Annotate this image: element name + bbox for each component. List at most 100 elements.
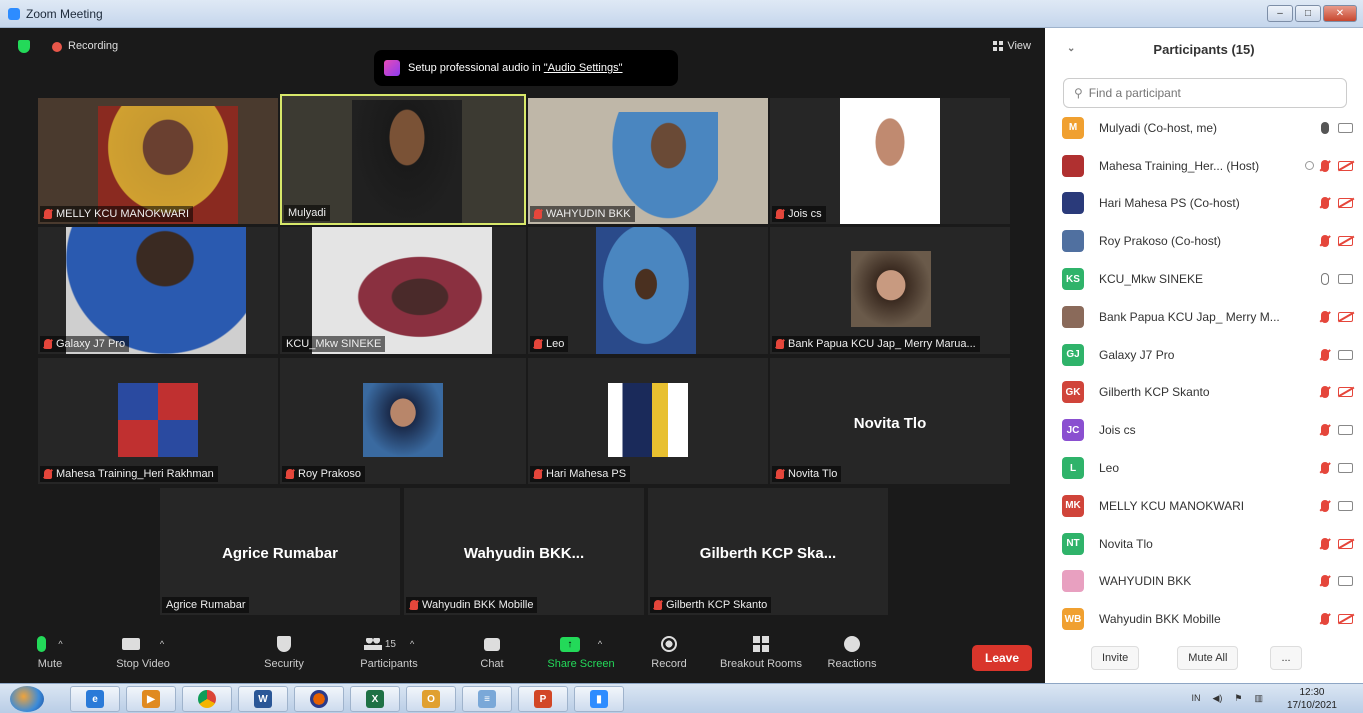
mute-options-chevron-icon[interactable]: ^ [58,639,62,649]
recording-label: Recording [68,40,119,52]
participant-row[interactable]: Mahesa Training_Her... (Host) [1045,147,1363,185]
chevron-down-icon[interactable]: ⌄ [1067,43,1075,54]
participant-row[interactable]: JC Jois cs [1045,411,1363,449]
more-options-button[interactable]: ... [1270,646,1302,670]
meeting-area: Recording View Setup professional audio … [0,28,1045,683]
avatar: L [1062,457,1084,480]
participant-status-icons [1321,575,1353,588]
video-tile[interactable]: Roy Prakoso [280,358,526,484]
participant-search-input[interactable] [1088,86,1329,100]
taskbar-internet-explorer[interactable]: e [70,686,120,712]
network-icon[interactable]: ▥ [1254,693,1263,704]
audio-settings-toast[interactable]: Setup professional audio in "Audio Setti… [374,50,678,86]
video-tile-active-speaker[interactable]: Mulyadi [280,94,526,225]
mic-muted-icon [1321,348,1329,361]
taskbar-outlook[interactable]: O [406,686,456,712]
volume-icon[interactable]: ◀) [1212,693,1222,704]
leave-button[interactable]: Leave [972,645,1032,671]
clock-date: 17/10/2021 [1286,700,1337,711]
participant-row[interactable]: MK MELLY KCU MANOKWARI [1045,487,1363,525]
windows-start-button[interactable] [10,686,44,712]
flag-icon[interactable]: ⚑ [1234,693,1242,704]
mic-muted-icon [1321,537,1329,550]
clock-time: 12:30 [1299,687,1325,698]
video-tile[interactable]: Bank Papua KCU Jap_ Merry Marua... [770,227,1010,354]
stop-video-button[interactable]: ^ Stop Video [108,634,178,670]
participants-button[interactable]: 15 ^ Participants [354,634,424,670]
outlook-icon: O [422,690,440,708]
taskbar-clock[interactable]: 12:30 17/10/2021 [1287,686,1337,712]
participant-row[interactable]: Roy Prakoso (Co-host) [1045,222,1363,260]
video-tile[interactable]: Agrice Rumabar Agrice Rumabar [160,488,400,615]
maximize-button[interactable]: □ [1295,5,1321,22]
participant-row[interactable]: Hari Mahesa PS (Co-host) [1045,185,1363,223]
mute-button[interactable]: ^ Mute [30,634,70,670]
participant-row[interactable]: KS KCU_Mkw SINEKE [1045,260,1363,298]
participant-row[interactable]: Bank Papua KCU Jap_ Merry M... [1045,298,1363,336]
minimize-button[interactable]: – [1267,5,1293,22]
tile-name: Mahesa Training_Heri Rakhman [40,466,218,482]
taskbar-powerpoint[interactable]: P [518,686,568,712]
taskbar-notepad[interactable]: ≡ [462,686,512,712]
participant-status-icons [1305,159,1353,172]
language-indicator[interactable]: IN [1191,693,1200,704]
security-button[interactable]: Security [258,634,310,670]
taskbar-zoom[interactable]: ▮ [574,686,624,712]
mute-all-button[interactable]: Mute All [1177,646,1239,670]
video-tile[interactable]: Gilberth KCP Ska... Gilberth KCP Skanto [648,488,888,615]
participant-search[interactable]: ⚲ [1063,78,1347,108]
participants-panel-header: ⌄ Participants (15) [1045,28,1363,70]
participant-row[interactable]: GK Gilberth KCP Skanto [1045,374,1363,412]
participant-status-icons [1321,386,1353,399]
participants-panel: ⌄ Participants (15) ⚲ MMulyadi (Co-host,… [1045,28,1363,683]
share-options-chevron-icon[interactable]: ^ [598,639,602,649]
view-label: View [1007,40,1031,52]
taskbar-media-player[interactable]: ▶ [126,686,176,712]
video-tile[interactable]: Hari Mahesa PS [528,358,768,484]
meeting-toolbar: ^ Mute ^ Stop Video Security 15 ^ Partici… [0,628,1045,683]
participant-row[interactable]: WAHYUDIN BKK [1045,563,1363,601]
taskbar-chrome[interactable] [182,686,232,712]
chat-button[interactable]: Chat [472,634,512,670]
participant-row[interactable]: NT Novita Tlo [1045,525,1363,563]
avatar: GK [1062,381,1084,404]
participant-row[interactable]: WB Wahyudin BKK Mobille [1045,600,1363,638]
mic-muted-icon [410,600,418,610]
tile-center-name: Wahyudin BKK... [463,545,585,563]
participant-row[interactable]: L Leo [1045,449,1363,487]
avatar: KS [1062,268,1084,291]
video-camera-icon [1338,274,1353,285]
mic-muted-icon [534,469,542,479]
mic-muted-icon [1321,499,1329,512]
taskbar-word[interactable]: W [238,686,288,712]
avatar: MK [1062,494,1084,517]
video-tile[interactable]: Leo [528,227,768,354]
participant-row[interactable]: M Mulyadi (Co-host, me) [1045,109,1363,147]
video-tile[interactable]: Jois cs [770,98,1010,224]
video-tile[interactable]: Novita Tlo Novita Tlo [770,358,1010,484]
close-button[interactable]: ✕ [1323,5,1357,22]
video-tile[interactable]: MELLY KCU MANOKWARI [38,98,278,224]
record-button[interactable]: Record [648,634,690,670]
view-button[interactable]: View [993,40,1031,52]
taskbar-excel[interactable]: X [350,686,400,712]
avatar [1062,570,1084,593]
video-tile[interactable]: Mahesa Training_Heri Rakhman [38,358,278,484]
participant-video [596,227,696,354]
taskbar-firefox[interactable] [294,686,344,712]
video-tile[interactable]: Wahyudin BKK... Wahyudin BKK Mobille [404,488,644,615]
participant-row[interactable]: GJ Galaxy J7 Pro [1045,336,1363,374]
share-screen-button[interactable]: ↑ ^ Share Screen [540,634,622,670]
invite-button[interactable]: Invite [1091,646,1140,670]
participants-panel-footer: Invite Mute All ... [1045,646,1363,670]
video-tile[interactable]: KCU_Mkw SINEKE [280,227,526,354]
breakout-rooms-button[interactable]: Breakout Rooms [714,634,808,670]
firefox-icon [310,690,328,708]
participants-options-chevron-icon[interactable]: ^ [410,639,414,649]
video-tile[interactable]: Galaxy J7 Pro [38,227,278,354]
audio-settings-link[interactable]: "Audio Settings" [544,62,623,74]
reactions-button[interactable]: Reactions [824,634,880,670]
video-options-chevron-icon[interactable]: ^ [160,639,164,649]
video-tile[interactable]: WAHYUDIN BKK [528,98,768,224]
encryption-shield-icon[interactable] [18,40,30,53]
